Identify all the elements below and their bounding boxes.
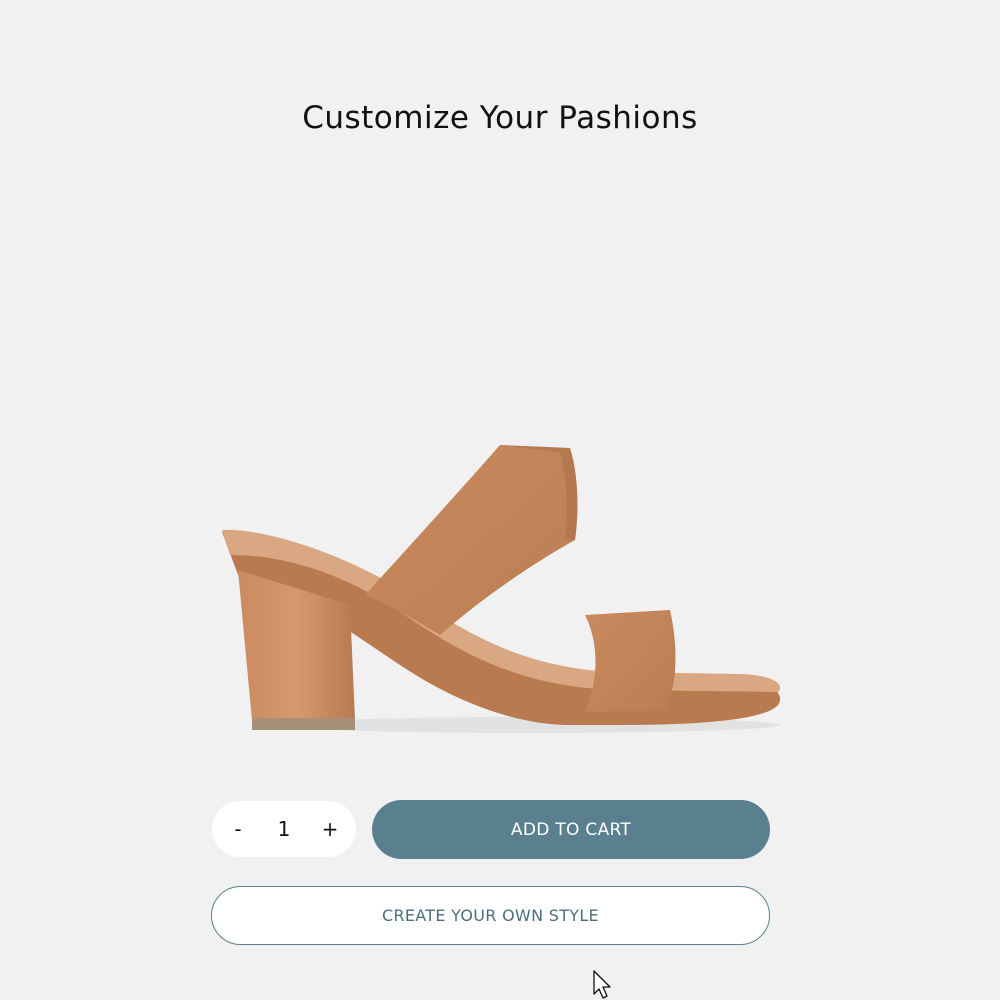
quantity-decrement-button[interactable]: - (222, 813, 254, 845)
product-image (222, 445, 781, 733)
page-title: Customize Your Pashions (302, 100, 698, 136)
product-page: Customize Your Pashions - 1 + ADD TO CAR… (0, 0, 1000, 1000)
mouse-cursor-icon (593, 970, 611, 999)
create-your-own-style-button[interactable]: CREATE YOUR OWN STYLE (211, 886, 770, 945)
quantity-stepper: - 1 + (212, 801, 356, 857)
quantity-value[interactable]: 1 (278, 817, 291, 841)
add-to-cart-button[interactable]: ADD TO CART (372, 800, 770, 859)
quantity-increment-button[interactable]: + (314, 813, 346, 845)
